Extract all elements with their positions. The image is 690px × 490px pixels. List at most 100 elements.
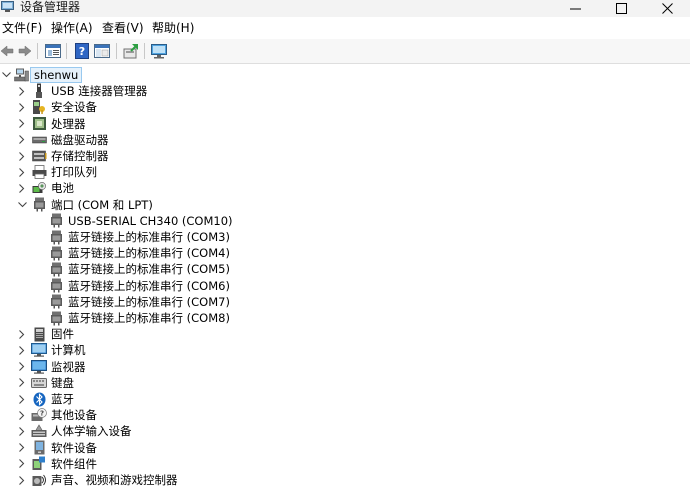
chevron-right-icon[interactable] <box>17 474 27 486</box>
port-icon <box>48 229 64 245</box>
menu-bar: 文件(F) 操作(A) 查看(V) 帮助(H) <box>0 17 690 39</box>
chevron-right-icon[interactable] <box>17 361 27 373</box>
tree-device-row[interactable]: 蓝牙链接上的标准串行 (COM8) <box>0 310 690 326</box>
chevron-right-icon[interactable] <box>17 134 27 146</box>
forward-button[interactable] <box>16 42 34 60</box>
software-component-icon <box>31 456 47 472</box>
chevron-right-icon[interactable] <box>17 85 27 97</box>
port-icon <box>48 213 64 229</box>
tree-category-row[interactable]: 人体学输入设备 <box>0 423 690 439</box>
tree-category-label: 蓝牙 <box>51 392 74 406</box>
chevron-right-icon[interactable] <box>17 101 27 113</box>
tree-category-row[interactable]: 监视器 <box>0 359 690 375</box>
toolbar: ? <box>0 39 690 64</box>
chevron-right-icon[interactable] <box>17 442 27 454</box>
chevron-right-icon[interactable] <box>17 425 27 437</box>
close-button[interactable] <box>644 0 690 17</box>
tree-category-label: 安全设备 <box>51 100 97 115</box>
tree-device-row[interactable]: 蓝牙链接上的标准串行 (COM3) <box>0 229 690 245</box>
toolbar-separator <box>144 43 145 59</box>
security-key-icon <box>31 99 47 115</box>
chevron-right-icon[interactable] <box>17 166 27 178</box>
port-icon <box>31 197 47 213</box>
menu-help[interactable]: 帮助(H) <box>152 21 194 36</box>
tree-device-row[interactable]: USB-SERIAL CH340 (COM10) <box>0 213 690 229</box>
close-icon <box>661 3 673 14</box>
tree-category-label: 电池 <box>51 181 74 196</box>
port-icon <box>48 245 64 261</box>
tree-device-row[interactable]: 蓝牙链接上的标准串行 (COM4) <box>0 245 690 261</box>
back-button[interactable] <box>0 42 16 60</box>
menu-file[interactable]: 文件(F) <box>2 21 42 36</box>
tree-category-row[interactable]: ? 其他设备 <box>0 407 690 423</box>
tree-category-row[interactable]: 安全设备 <box>0 99 690 115</box>
tree-device-label: 蓝牙链接上的标准串行 (COM7) <box>68 294 230 309</box>
tree-category-label: 计算机 <box>51 343 86 358</box>
monitor-icon <box>31 359 47 375</box>
tree-category-row[interactable]: 固件 <box>0 326 690 342</box>
disk-drive-icon <box>31 132 47 148</box>
tree-category-row[interactable]: 蓝牙 <box>0 391 690 407</box>
tree-root-row[interactable]: shenwu <box>0 67 690 83</box>
tree-device-row[interactable]: 蓝牙链接上的标准串行 (COM6) <box>0 278 690 294</box>
tree-category-label: 固件 <box>51 327 74 342</box>
tree-device-row[interactable]: 蓝牙链接上的标准串行 (COM5) <box>0 261 690 277</box>
chevron-right-icon[interactable] <box>17 393 27 405</box>
minimize-button[interactable] <box>552 0 598 17</box>
tree-category-row[interactable]: 声音、视频和游戏控制器 <box>0 472 690 488</box>
scan-hardware-button[interactable] <box>150 42 168 60</box>
storage-controller-icon <box>31 148 47 164</box>
tree-category-row[interactable]: 打印队列 <box>0 164 690 180</box>
update-driver-button[interactable] <box>122 42 140 60</box>
tree-category-label: 键盘 <box>51 375 74 390</box>
tree-category-label: USB 连接器管理器 <box>51 84 148 99</box>
chevron-right-icon[interactable] <box>17 150 27 162</box>
port-icon <box>48 310 64 326</box>
tree-category-row[interactable]: 磁盘驱动器 <box>0 132 690 148</box>
menu-action[interactable]: 操作(A) <box>51 21 93 36</box>
tree-category-row[interactable]: 电池 <box>0 180 690 196</box>
tree-category-row[interactable]: 键盘 <box>0 375 690 391</box>
scan-hardware-icon <box>151 43 167 58</box>
svg-text:?: ? <box>79 45 85 58</box>
tree-root-label: shenwu <box>30 67 83 83</box>
chevron-right-icon[interactable] <box>17 409 27 421</box>
tree-category-row[interactable]: 计算机 <box>0 342 690 358</box>
firmware-icon <box>31 326 47 342</box>
chevron-right-icon[interactable] <box>17 182 27 194</box>
help-button[interactable]: ? <box>73 42 91 60</box>
tree-device-label: 蓝牙链接上的标准串行 (COM6) <box>68 278 230 293</box>
window-title: 设备管理器 <box>20 0 81 14</box>
chevron-right-icon[interactable] <box>17 377 27 389</box>
tree-device-row[interactable]: 蓝牙链接上的标准串行 (COM7) <box>0 294 690 310</box>
chevron-down-icon[interactable] <box>1 69 11 81</box>
tree-category-row[interactable]: USB 连接器管理器 <box>0 83 690 99</box>
update-driver-icon <box>123 44 138 59</box>
chevron-right-icon[interactable] <box>17 458 27 470</box>
svg-text:?: ? <box>40 409 44 417</box>
device-manager-app-icon <box>1 1 14 13</box>
tree-category-row[interactable]: 软件组件 <box>0 456 690 472</box>
properties-icon <box>45 44 61 58</box>
maximize-icon <box>615 3 627 14</box>
properties-button[interactable] <box>44 42 62 60</box>
tree-category-label: 其他设备 <box>51 408 97 423</box>
menu-view[interactable]: 查看(V) <box>102 21 144 36</box>
chevron-right-icon[interactable] <box>17 328 27 340</box>
tree-device-label: 蓝牙链接上的标准串行 (COM3) <box>68 230 230 244</box>
tree-category-label: 软件组件 <box>51 456 97 471</box>
sound-icon <box>31 472 47 488</box>
tree-category-row[interactable]: 处理器 <box>0 116 690 132</box>
device-tree: shenwu USB 连接器管理器 安全设备 处理器 磁盘驱动器 存储控制器 打印队列 电池… <box>0 64 690 490</box>
chevron-right-icon[interactable] <box>17 344 27 356</box>
chevron-right-icon[interactable] <box>17 118 27 130</box>
port-icon <box>48 294 64 310</box>
tree-category-row[interactable]: 端口 (COM 和 LPT) <box>0 197 690 213</box>
chevron-down-icon[interactable] <box>17 199 27 211</box>
maximize-button[interactable] <box>598 0 644 17</box>
tree-device-label: USB-SERIAL CH340 (COM10) <box>68 213 233 228</box>
view-panel-button[interactable] <box>93 42 111 60</box>
tree-category-row[interactable]: 软件设备 <box>0 440 690 456</box>
unknown-device-icon: ? <box>31 407 47 423</box>
tree-category-row[interactable]: 存储控制器 <box>0 148 690 164</box>
